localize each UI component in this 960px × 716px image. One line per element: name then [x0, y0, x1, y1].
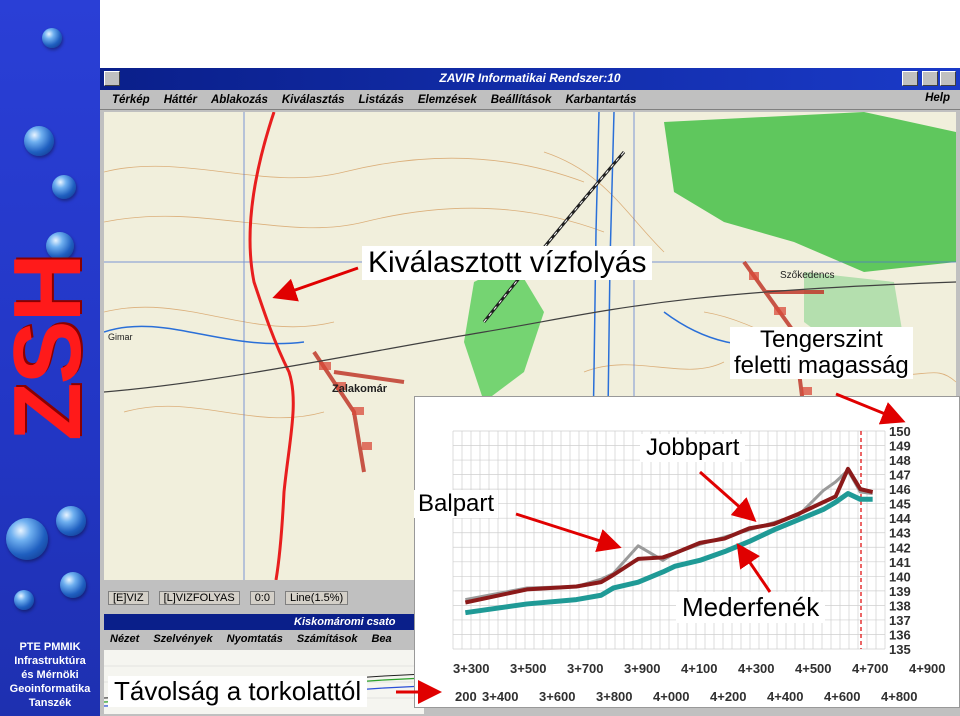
chart-y-tick-label: 150: [889, 424, 911, 439]
chart-y-tick-label: 135: [889, 642, 911, 657]
menu-nyomtatas[interactable]: Nyomtatás: [227, 633, 283, 645]
slide-sidebar: ZSH PTE PMMIK Infrastruktúra és Mérnöki …: [0, 0, 100, 716]
menu-beallitasok[interactable]: Beállítások: [491, 94, 552, 106]
status-layer-viz[interactable]: [E]VIZ: [108, 591, 149, 605]
chart-y-tick-label: 143: [889, 526, 911, 541]
chart-y-tick-label: 145: [889, 497, 911, 512]
chart-y-tick-label: 149: [889, 439, 911, 454]
chart-x-tick-label-bottom: 4+600: [824, 689, 861, 704]
chart-x-tick-label-top: 4+900: [909, 661, 946, 676]
minimize-button[interactable]: [902, 71, 918, 86]
callout-distance: Távolság a torkolattól: [108, 676, 368, 707]
chart-x-tick-label-bottom: 4+800: [881, 689, 918, 704]
chart-x-tick-label-top: 4+500: [795, 661, 832, 676]
chart-x-tick-label-top: 4+700: [852, 661, 889, 676]
callout-right-bank: Jobbpart: [640, 434, 746, 462]
callout-left-bank: Balpart: [414, 490, 499, 518]
menu-bar: Térkép Háttér Ablakozás Kiválasztás List…: [100, 90, 960, 110]
callout-selected-stream: Kiválasztott vízfolyás: [362, 246, 653, 280]
chart-y-tick-label: 140: [889, 569, 911, 584]
chart-y-tick-label: 146: [889, 482, 911, 497]
decorative-bubble: [14, 590, 34, 610]
menu-listazas[interactable]: Listázás: [359, 94, 404, 106]
chart-x-tick-label-top: 3+700: [567, 661, 604, 676]
menu-karbantartas[interactable]: Karbantartás: [565, 94, 636, 106]
chart-x-tick-label-bottom: 4+200: [710, 689, 747, 704]
chart-y-tick-label: 144: [889, 511, 911, 526]
status-layer-vizfolyas[interactable]: [L]VIZFOLYAS: [158, 591, 240, 605]
decorative-bubble: [52, 175, 76, 199]
menu-terkep[interactable]: Térkép: [112, 94, 150, 106]
decorative-bubble: [60, 572, 86, 598]
map-label-gimar: Gimar: [108, 332, 133, 342]
chart-y-tick-label: 137: [889, 613, 911, 628]
window-title: ZAVIR Informatikai Rendszer:10: [439, 71, 621, 85]
menu-ablakozas[interactable]: Ablakozás: [211, 94, 268, 106]
status-line: Line(1.5%): [284, 591, 349, 605]
menu-szamitasok[interactable]: Számítások: [297, 633, 358, 645]
chart-y-tick-label: 148: [889, 453, 911, 468]
chart-y-tick-label: 141: [889, 555, 911, 570]
callout-elevation: Tengerszint feletti magasság: [730, 327, 913, 379]
chart-x-tick-label-bottom: 3+400: [482, 689, 519, 704]
chart-x-tick-label-bottom: 4+000: [653, 689, 690, 704]
chart-y-tick-label: 138: [889, 598, 911, 613]
maximize-button[interactable]: [922, 71, 938, 86]
menu-kivalasztas[interactable]: Kiválasztás: [282, 94, 345, 106]
menu-bea[interactable]: Bea: [371, 633, 391, 645]
callout-streambed: Mederfenék: [676, 592, 826, 623]
chart-x-tick-label-bottom: 4+400: [767, 689, 804, 704]
subwindow-menu-bar: Nézet Szelvények Nyomtatás Számítások Be…: [104, 630, 424, 648]
decorative-bubble: [56, 506, 86, 536]
chart-x-tick-label-bottom: 200: [455, 689, 477, 704]
chart-x-tick-label-top: 3+900: [624, 661, 661, 676]
decorative-bubble: [6, 518, 48, 560]
chart-y-tick-label: 136: [889, 627, 911, 642]
menu-nezet[interactable]: Nézet: [110, 633, 139, 645]
map-status-bar: [E]VIZ [L]VIZFOLYAS 0:0 Line(1.5%): [104, 588, 434, 608]
status-coords: 0:0: [249, 591, 275, 605]
chart-x-tick-label-top: 3+300: [453, 661, 490, 676]
decorative-bubble: [42, 28, 62, 48]
map-label-zalakomar: Zalakomár: [332, 383, 388, 395]
chart-x-tick-label-top: 4+300: [738, 661, 775, 676]
chart-x-tick-label-bottom: 3+600: [539, 689, 576, 704]
menu-szelvenyek[interactable]: Szelvények: [153, 633, 212, 645]
subwindow-title: Kiskomáromi csato: [104, 614, 424, 630]
close-button[interactable]: [940, 71, 956, 86]
institution-name: PTE PMMIK Infrastruktúra és Mérnöki Geoi…: [9, 641, 91, 709]
chart-y-tick-label: 139: [889, 584, 911, 599]
chart-x-tick-label-top: 4+100: [681, 661, 718, 676]
chart-y-tick-label: 142: [889, 540, 911, 555]
chart-y-tick-label: 147: [889, 468, 911, 483]
decorative-bubble: [24, 126, 54, 156]
title-bar: ZAVIR Informatikai Rendszer:10: [100, 68, 960, 90]
chart-x-tick-label-bottom: 3+800: [596, 689, 633, 704]
chart-x-tick-label-top: 3+500: [510, 661, 547, 676]
menu-elemzesek[interactable]: Elemzések: [418, 94, 477, 106]
zsh-logo: ZSH: [0, 255, 100, 441]
menu-help[interactable]: Help: [925, 92, 950, 104]
map-label-szokedencs: Szőkedencs: [780, 270, 834, 281]
menu-hatter[interactable]: Háttér: [164, 94, 197, 106]
